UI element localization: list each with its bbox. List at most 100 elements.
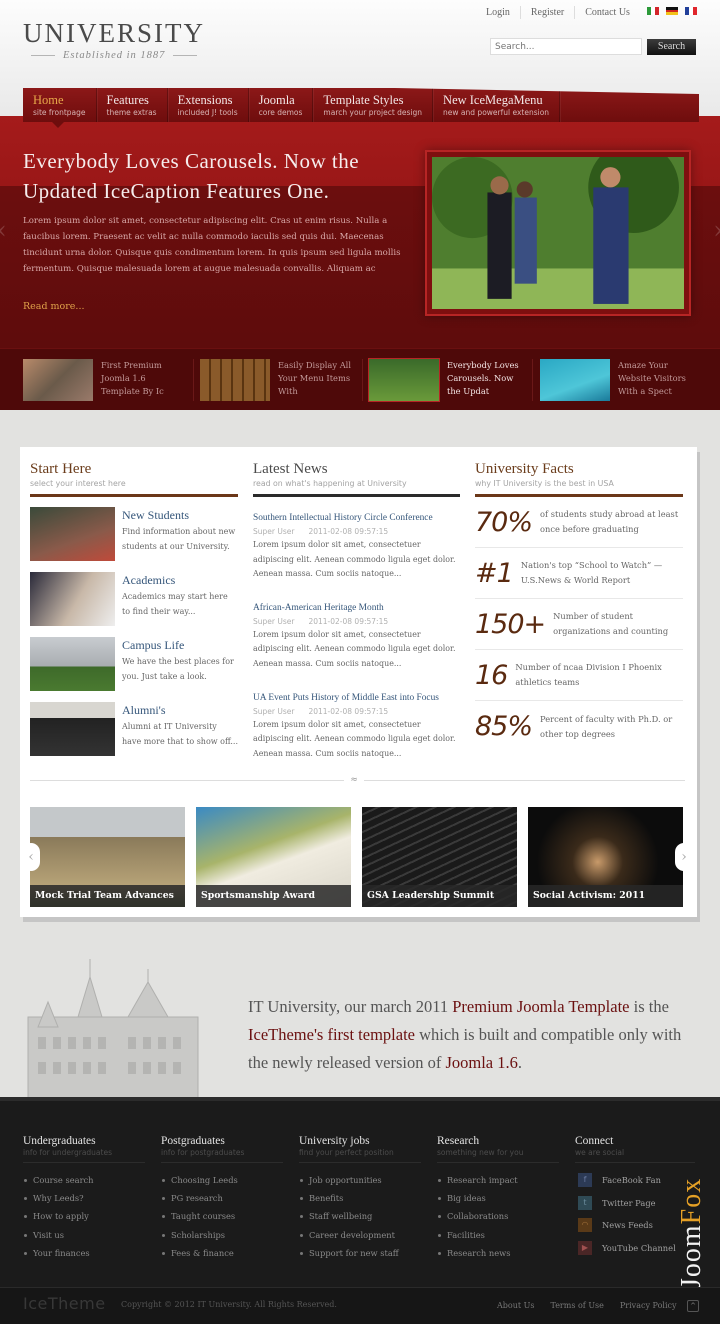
icetheme-first-template-link[interactable]: IceTheme's first template: [248, 1025, 415, 1044]
news-item: UA Event Puts History of Middle East int…: [253, 692, 456, 758]
back-to-top-icon[interactable]: ^: [687, 1300, 699, 1312]
footer-link[interactable]: Collaborations: [437, 1207, 559, 1225]
search-button[interactable]: Search: [647, 39, 696, 55]
prev-slide-arrow-icon[interactable]: ‹: [0, 216, 7, 244]
german-flag-icon[interactable]: [666, 7, 678, 16]
language-switcher: [647, 7, 697, 16]
hero-image-frame: [425, 150, 691, 316]
contact-us-link[interactable]: Contact Us: [574, 6, 640, 19]
carousel-thumb[interactable]: Amaze Your Website Visitors With a Spect: [540, 359, 694, 401]
logo-title: UNIVERSITY: [23, 18, 205, 48]
list-item[interactable]: Academics Academics may start here to fin…: [30, 572, 238, 627]
joomla-link[interactable]: Joomla 1.6: [445, 1053, 517, 1072]
footer-link[interactable]: Visit us: [23, 1226, 145, 1244]
terms-of-use-link[interactable]: Terms of Use: [550, 1301, 603, 1310]
search-input[interactable]: [490, 38, 642, 55]
news-title-link[interactable]: UA Event Puts History of Middle East int…: [253, 693, 439, 703]
footer-link[interactable]: Research news: [437, 1244, 559, 1262]
thumb-image: [368, 358, 440, 402]
footer-link[interactable]: Taught courses: [161, 1207, 283, 1225]
latest-news-section: Latest News read on what's happening at …: [253, 461, 460, 761]
footer-link[interactable]: How to apply: [23, 1207, 145, 1225]
menu-item-template-styles[interactable]: Template Styles march your project design: [313, 88, 434, 122]
youtube-icon: ▶: [578, 1240, 592, 1255]
footer-link[interactable]: Big ideas: [437, 1189, 559, 1207]
main-menu: Home site frontpage Features theme extras …: [23, 88, 699, 122]
menu-item-features[interactable]: Features theme extras: [97, 88, 168, 122]
site-logo[interactable]: UNIVERSITY Established in 1887: [23, 18, 205, 61]
item-image: [30, 702, 115, 756]
carousel-thumb[interactable]: First Premium Joomla 1.6 Template By Ic: [23, 359, 177, 401]
item-image: [30, 637, 115, 691]
french-flag-icon[interactable]: [685, 7, 697, 15]
section-title: Start Here: [30, 461, 92, 477]
bottom-links: About Us Terms of Use Privacy Policy: [497, 1301, 677, 1310]
fact-item: 70% of students study abroad at least onc…: [475, 497, 683, 548]
icetheme-logo[interactable]: IceTheme: [23, 1294, 106, 1313]
promo-text: IT University, our march 2011 Premium Jo…: [248, 997, 682, 1072]
footer-link[interactable]: Facilities: [437, 1226, 559, 1244]
facts-list: 70% of students study abroad at least onc…: [475, 497, 683, 752]
gallery-item[interactable]: Sportsmanship Award: [196, 807, 351, 907]
copyright-text: Copyright © 2012 IT University. All Righ…: [121, 1300, 337, 1309]
gallery-prev-arrow-icon[interactable]: ‹: [22, 843, 40, 871]
hero-body: Lorem ipsum dolor sit amet, consectetur …: [23, 216, 401, 274]
footer-link[interactable]: PG research: [161, 1189, 283, 1207]
footer-link[interactable]: Fees & finance: [161, 1244, 283, 1262]
footer-link[interactable]: Career development: [299, 1226, 421, 1244]
menu-item-icemegamenu[interactable]: New IceMegaMenu new and powerful extensio…: [433, 88, 561, 122]
hero-image: [432, 157, 684, 309]
footer-column-university-jobs: University jobs find your perfect positi…: [299, 1134, 421, 1262]
footer-link[interactable]: Course search: [23, 1171, 145, 1189]
gallery-next-arrow-icon[interactable]: ›: [675, 843, 693, 871]
fact-item: 16 Number of ncaa Division I Phoenix athl…: [475, 650, 683, 701]
footer-column-research: Research something new for you Research …: [437, 1134, 559, 1262]
footer-link[interactable]: Staff wellbeing: [299, 1207, 421, 1225]
next-slide-arrow-icon[interactable]: ›: [713, 216, 720, 244]
menu-item-extensions[interactable]: Extensions included J! tools: [168, 88, 249, 122]
gallery-item[interactable]: Mock Trial Team Advances: [30, 807, 185, 907]
content-box: Start Here select your interest here New…: [20, 447, 697, 917]
footer-link[interactable]: Support for new staff: [299, 1244, 421, 1262]
footer-link[interactable]: Benefits: [299, 1189, 421, 1207]
italian-flag-icon[interactable]: [647, 7, 659, 15]
list-item[interactable]: Campus Life We have the best places for y…: [30, 637, 238, 692]
news-title-link[interactable]: African-American Heritage Month: [253, 603, 384, 613]
joomfox-badge-logo[interactable]: JoomFox: [672, 1139, 712, 1289]
carousel-thumbnails: First Premium Joomla 1.6 Template By Ic …: [0, 348, 720, 410]
premium-template-link[interactable]: Premium Joomla Template: [452, 997, 629, 1016]
carousel-thumb[interactable]: Easily Display All Your Menu Items With: [200, 359, 354, 401]
footer: Undergraduates info for undergraduates C…: [0, 1097, 720, 1289]
university-facts-section: University Facts why IT University is th…: [475, 461, 683, 752]
item-image: [30, 572, 115, 626]
list-item[interactable]: New Students Find information about new s…: [30, 507, 238, 562]
login-link[interactable]: Login: [476, 6, 520, 19]
list-item[interactable]: Alumni's Alumni at IT University have mor…: [30, 702, 238, 757]
promo-section: IT University, our march 2011 Premium Jo…: [0, 917, 720, 1099]
footer-link[interactable]: Research impact: [437, 1171, 559, 1189]
hero-title: Everybody Loves Carousels. Now the Updat…: [23, 149, 360, 203]
news-item: Southern Intellectual History Circle Con…: [253, 513, 456, 579]
thumb-image: [200, 359, 270, 401]
footer-column-undergraduates: Undergraduates info for undergraduates C…: [23, 1134, 145, 1262]
gallery-item[interactable]: Social Activism: 2011: [528, 807, 683, 907]
thumb-image: [23, 359, 93, 401]
read-more-link[interactable]: Read more...: [23, 301, 85, 312]
news-title-link[interactable]: Southern Intellectual History Circle Con…: [253, 513, 433, 523]
footer-link[interactable]: Why Leeds?: [23, 1189, 145, 1207]
footer-link[interactable]: Choosing Leeds: [161, 1171, 283, 1189]
privacy-policy-link[interactable]: Privacy Policy: [620, 1301, 677, 1310]
footer-link[interactable]: Scholarships: [161, 1226, 283, 1244]
gallery-item[interactable]: GSA Leadership Summit: [362, 807, 517, 907]
fact-item: #1 Nation's top “School to Watch” —U.S.Ne…: [475, 548, 683, 599]
footer-link[interactable]: Your finances: [23, 1244, 145, 1262]
about-us-link[interactable]: About Us: [497, 1301, 534, 1310]
menu-item-joomla[interactable]: Joomla core demos: [249, 88, 314, 122]
news-item: African-American Heritage Month Super Us…: [253, 602, 456, 668]
register-link[interactable]: Register: [519, 6, 574, 19]
hero-carousel: Everybody Loves Carousels. Now the Updat…: [0, 116, 720, 348]
carousel-thumb-active[interactable]: Everybody Loves Carousels. Now the Updat: [368, 358, 523, 402]
footer-column-postgraduates: Postgraduates info for postgraduates Cho…: [161, 1134, 283, 1262]
menu-item-home[interactable]: Home site frontpage: [23, 88, 97, 122]
footer-link[interactable]: Job opportunities: [299, 1171, 421, 1189]
